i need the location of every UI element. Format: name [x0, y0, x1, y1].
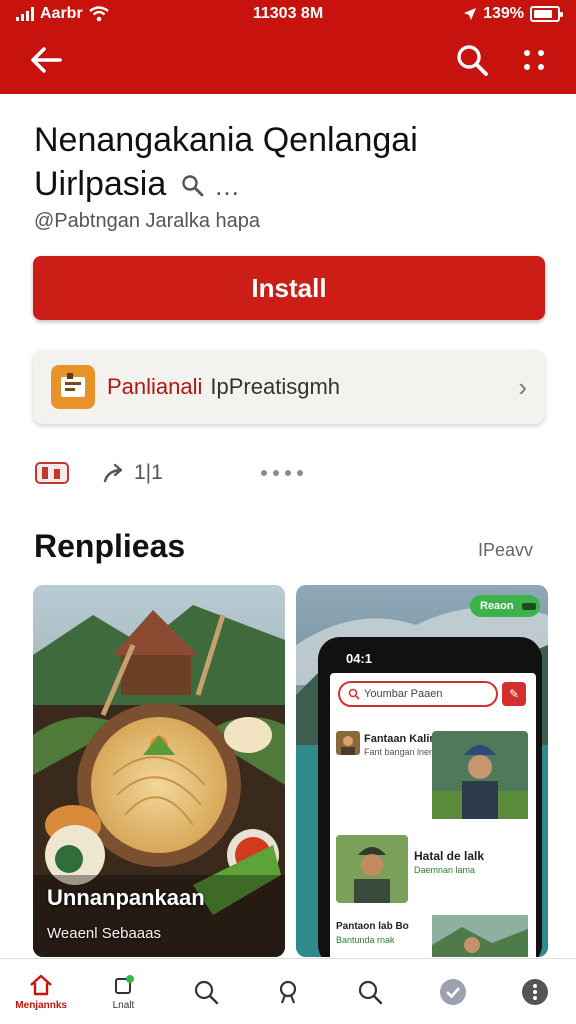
check-circle-icon — [439, 978, 466, 1005]
phone-search-button: ✎ — [502, 682, 526, 706]
search-icon — [359, 980, 383, 1004]
app-title-line1: Nenangakania Qenlangai — [34, 121, 418, 159]
chevron-right-icon: › — [518, 371, 527, 402]
arrow-left-icon — [31, 47, 62, 73]
status-bar: Aarbr 11303 8M 139% — [0, 0, 576, 28]
screenshot-caption: Unnanpankaan — [47, 885, 205, 910]
row2-subtitle: Daemnan lama — [414, 865, 476, 875]
search-icon — [348, 688, 360, 700]
nav-apps-label: Lnalt — [112, 999, 135, 1011]
battery-percent: 139% — [483, 5, 524, 22]
share-count: 1|1 — [134, 461, 163, 484]
app-title: Nenangakania Qenlangai Uirlpasia ... — [34, 118, 544, 208]
share-button[interactable]: 1|1 — [102, 461, 163, 485]
row3-title: Pantaon lab Bo — [336, 921, 409, 932]
more-dots-icon[interactable] — [260, 470, 303, 476]
row1-subtitle: Fant bangan lnen — [364, 747, 435, 757]
action-row: 1|1 — [34, 458, 334, 488]
section-title: Renplieas — [34, 528, 186, 564]
location-arrow-icon — [464, 8, 477, 20]
install-button[interactable]: Install — [33, 256, 545, 320]
more-vert-icon — [524, 50, 544, 70]
promo-app-icon — [51, 365, 95, 409]
row2-title: Hatal de lalk — [414, 849, 485, 863]
share-arrow-icon — [103, 463, 123, 483]
bottom-navigation: Menjannks Lnalt — [0, 958, 576, 1024]
promo-row[interactable]: Panlianali IpPreatisgmh › — [33, 350, 545, 424]
app-bar — [0, 28, 576, 94]
row1-thumb — [336, 731, 360, 755]
back-button[interactable] — [26, 42, 70, 78]
screenshot-phone[interactable]: Reaon 04:1 Youmbar Paaen ✎ Fantaan Kalin… — [296, 585, 548, 957]
nav-more[interactable] — [494, 959, 576, 1024]
phone-search-bar: Youmbar Paaen — [338, 681, 498, 707]
screenshot-subcaption: Weaenl Sebaaas — [47, 925, 161, 942]
nav-search-2[interactable] — [329, 959, 411, 1024]
nav-home-label: Menjannks — [15, 999, 67, 1011]
status-pill: Reaon — [470, 595, 540, 617]
screenshot-food[interactable]: Unnanpankaan Weaenl Sebaaas — [33, 585, 285, 957]
magnifier-icon — [182, 175, 204, 197]
nav-search[interactable] — [165, 959, 247, 1024]
more-button[interactable] — [514, 42, 554, 78]
carrier-label: Aarbr — [40, 5, 83, 22]
section-more-link[interactable]: IPeavv — [478, 540, 533, 561]
signal-icon — [16, 7, 34, 21]
wifi-icon — [88, 6, 109, 22]
nav-check[interactable] — [411, 959, 493, 1024]
nav-home[interactable]: Menjannks — [0, 959, 82, 1024]
promo-highlight: Panlianali — [107, 374, 203, 399]
apps-icon — [115, 974, 135, 994]
bookmark-icon[interactable] — [34, 460, 70, 486]
home-icon — [30, 974, 52, 995]
nav-apps[interactable]: Lnalt — [82, 959, 164, 1024]
search-button[interactable] — [452, 40, 492, 80]
promo-label: Panlianali IpPreatisgmh — [107, 374, 518, 400]
phone-time: 04:1 — [346, 651, 373, 666]
developer-name[interactable]: @Pabtngan Jaralka hapa — [34, 210, 260, 233]
battery-icon — [530, 6, 563, 22]
row3-subtitle: Bantunda rnak — [336, 935, 395, 945]
search-icon — [194, 980, 218, 1004]
phone-mockup: 04:1 Youmbar Paaen ✎ Fantaan Kalin Fant … — [318, 637, 542, 957]
row3-photo — [432, 915, 528, 957]
row1-photo — [432, 731, 528, 819]
row1-title: Fantaan Kalin — [364, 733, 437, 745]
app-title-line2: Uirlpasia — [34, 165, 167, 203]
phone-screen: Youmbar Paaen ✎ Fantaan Kalin Fant banga… — [330, 673, 536, 957]
nav-profile[interactable] — [247, 959, 329, 1024]
more-circle-icon — [521, 978, 548, 1005]
clock: 11303 8M — [252, 5, 324, 22]
row2-photo — [336, 835, 408, 903]
title-ellipsis: ... — [215, 171, 240, 201]
promo-text: IpPreatisgmh — [210, 374, 341, 399]
search-icon — [457, 45, 488, 76]
person-icon — [279, 980, 297, 1003]
phone-search-text: Youmbar Paaen — [364, 688, 443, 700]
